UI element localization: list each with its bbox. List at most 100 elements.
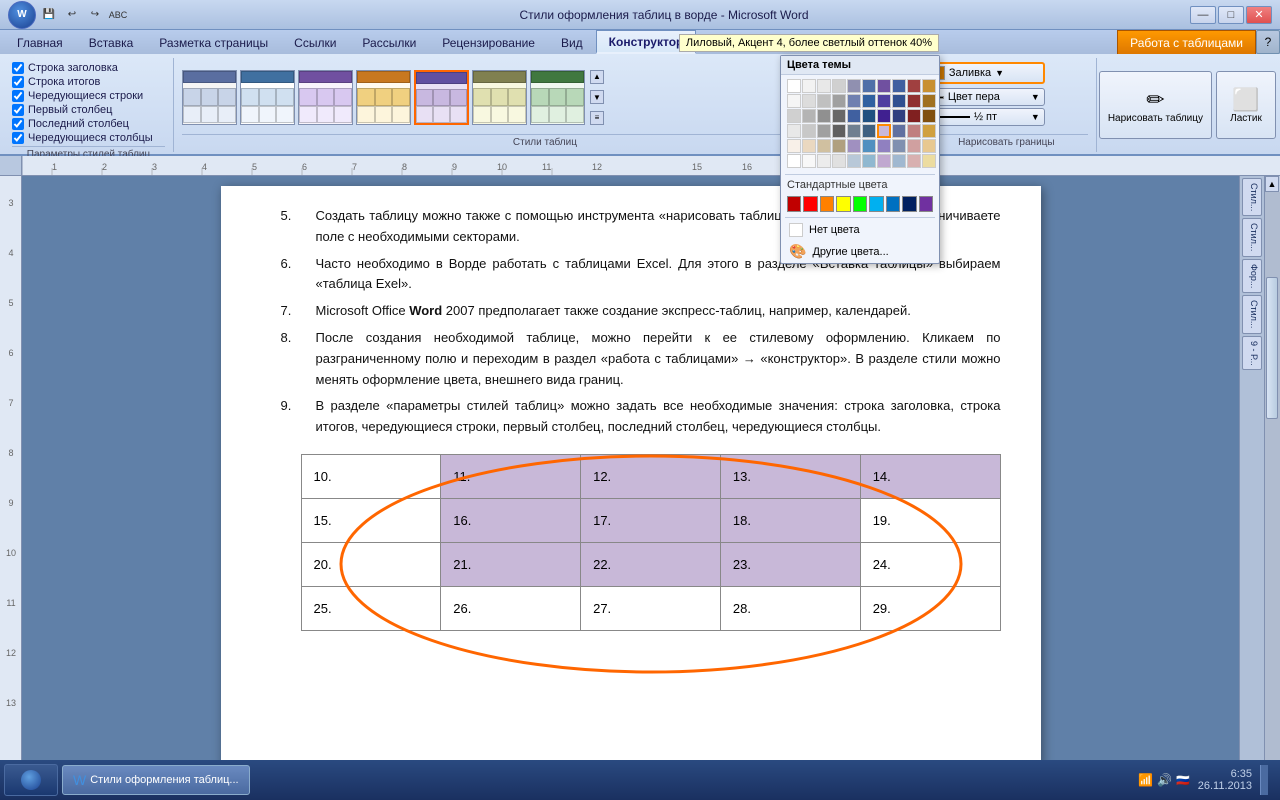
right-panel-item-5[interactable]: 9 - Р... [1242, 336, 1262, 371]
color-cell[interactable] [922, 94, 936, 108]
color-cell[interactable] [862, 79, 876, 93]
right-panel-item-3[interactable]: Фор... [1242, 259, 1262, 293]
style-scroll-up[interactable]: ▲ [590, 70, 604, 84]
color-cell[interactable] [892, 79, 906, 93]
color-cell[interactable] [907, 109, 921, 123]
color-cell[interactable] [832, 94, 846, 108]
undo-qat-button[interactable]: ↩ [62, 6, 82, 24]
color-cell[interactable] [847, 124, 861, 138]
tab-view[interactable]: Вид [548, 30, 596, 54]
table-style-1[interactable] [182, 70, 237, 125]
right-panel-item-1[interactable]: Стил... [1242, 178, 1262, 216]
color-cell[interactable] [877, 79, 891, 93]
color-cell[interactable] [892, 139, 906, 153]
show-desktop-button[interactable] [1260, 765, 1268, 795]
std-color-8[interactable] [902, 196, 916, 212]
color-cell[interactable] [907, 94, 921, 108]
table-style-4[interactable] [356, 70, 411, 125]
color-cell[interactable] [817, 109, 831, 123]
tab-review[interactable]: Рецензирование [429, 30, 548, 54]
color-cell[interactable] [907, 124, 921, 138]
redo-qat-button[interactable]: ↪ [85, 6, 105, 24]
std-color-4[interactable] [836, 196, 850, 212]
last-col-checkbox[interactable] [12, 118, 24, 130]
color-cell[interactable] [907, 139, 921, 153]
close-button[interactable]: ✕ [1246, 6, 1272, 24]
first-col-checkbox[interactable] [12, 104, 24, 116]
color-cell[interactable] [922, 109, 936, 123]
color-cell[interactable] [832, 124, 846, 138]
eraser-button[interactable]: ⬜ Ластик [1216, 71, 1276, 139]
taskbar-word-item[interactable]: W Стили оформления таблиц... [62, 765, 250, 795]
color-cell[interactable] [802, 109, 816, 123]
color-cell[interactable] [802, 139, 816, 153]
tab-page-layout[interactable]: Разметка страницы [146, 30, 281, 54]
tab-mailings[interactable]: Рассылки [349, 30, 429, 54]
color-cell[interactable] [817, 154, 831, 168]
banded-rows-checkbox[interactable] [12, 90, 24, 102]
std-color-5[interactable] [853, 196, 867, 212]
color-cell[interactable] [802, 154, 816, 168]
fill-color-button[interactable]: Заливка ▼ [925, 62, 1045, 84]
color-cell[interactable] [862, 109, 876, 123]
color-cell[interactable] [907, 79, 921, 93]
color-cell[interactable] [922, 124, 936, 138]
color-cell[interactable] [817, 79, 831, 93]
color-cell[interactable] [832, 79, 846, 93]
color-cell[interactable] [787, 109, 801, 123]
color-cell[interactable] [892, 124, 906, 138]
color-cell[interactable] [787, 124, 801, 138]
color-cell[interactable] [832, 109, 846, 123]
color-cell[interactable] [817, 94, 831, 108]
table-style-7[interactable] [530, 70, 585, 125]
abc-qat-button[interactable]: ABC [108, 6, 128, 24]
table-style-2[interactable] [240, 70, 295, 125]
std-color-2[interactable] [803, 196, 817, 212]
maximize-button[interactable]: □ [1218, 6, 1244, 24]
color-cell[interactable] [892, 94, 906, 108]
color-cell[interactable] [907, 154, 921, 168]
start-button[interactable] [4, 764, 58, 796]
color-cell[interactable] [877, 109, 891, 123]
fill-dropdown-arrow[interactable]: ▼ [995, 68, 1004, 78]
std-color-6[interactable] [869, 196, 883, 212]
style-scroll-down[interactable]: ▼ [590, 90, 604, 104]
more-colors-option[interactable]: 🎨 Другие цвета... [781, 240, 939, 263]
color-cell[interactable] [922, 139, 936, 153]
color-cell[interactable] [847, 154, 861, 168]
color-cell[interactable] [877, 154, 891, 168]
color-cell[interactable] [787, 139, 801, 153]
office-button[interactable]: W [8, 1, 36, 29]
color-cell[interactable] [847, 139, 861, 153]
color-cell[interactable] [862, 124, 876, 138]
color-cell[interactable] [922, 154, 936, 168]
tab-home[interactable]: Главная [4, 30, 76, 54]
color-cell[interactable] [832, 139, 846, 153]
totals-row-checkbox[interactable] [12, 76, 24, 88]
color-cell[interactable] [922, 79, 936, 93]
ribbon-help-button[interactable]: ? [1256, 30, 1280, 54]
color-cell[interactable] [802, 124, 816, 138]
banded-cols-checkbox[interactable] [12, 132, 24, 144]
table-style-5[interactable] [414, 70, 469, 125]
color-cell[interactable] [817, 139, 831, 153]
color-cell[interactable] [787, 94, 801, 108]
color-cell-selected[interactable] [877, 124, 891, 138]
color-cell[interactable] [802, 94, 816, 108]
scroll-up-button[interactable]: ▲ [1265, 176, 1279, 192]
draw-table-button[interactable]: ✏ Нарисовать таблицу [1099, 71, 1212, 139]
std-color-1[interactable] [787, 196, 801, 212]
color-cell[interactable] [847, 94, 861, 108]
color-cell[interactable] [877, 139, 891, 153]
color-cell[interactable] [847, 79, 861, 93]
std-color-9[interactable] [919, 196, 933, 212]
color-cell[interactable] [832, 154, 846, 168]
color-cell[interactable] [862, 139, 876, 153]
color-cell[interactable] [787, 154, 801, 168]
border-color-button[interactable]: Цвет пера ▼ [925, 88, 1045, 106]
border-style-arrow[interactable]: ▼ [1031, 112, 1040, 122]
tab-references[interactable]: Ссылки [281, 30, 349, 54]
std-color-3[interactable] [820, 196, 834, 212]
style-scroll-more[interactable]: ≡ [590, 111, 604, 125]
color-cell[interactable] [802, 79, 816, 93]
